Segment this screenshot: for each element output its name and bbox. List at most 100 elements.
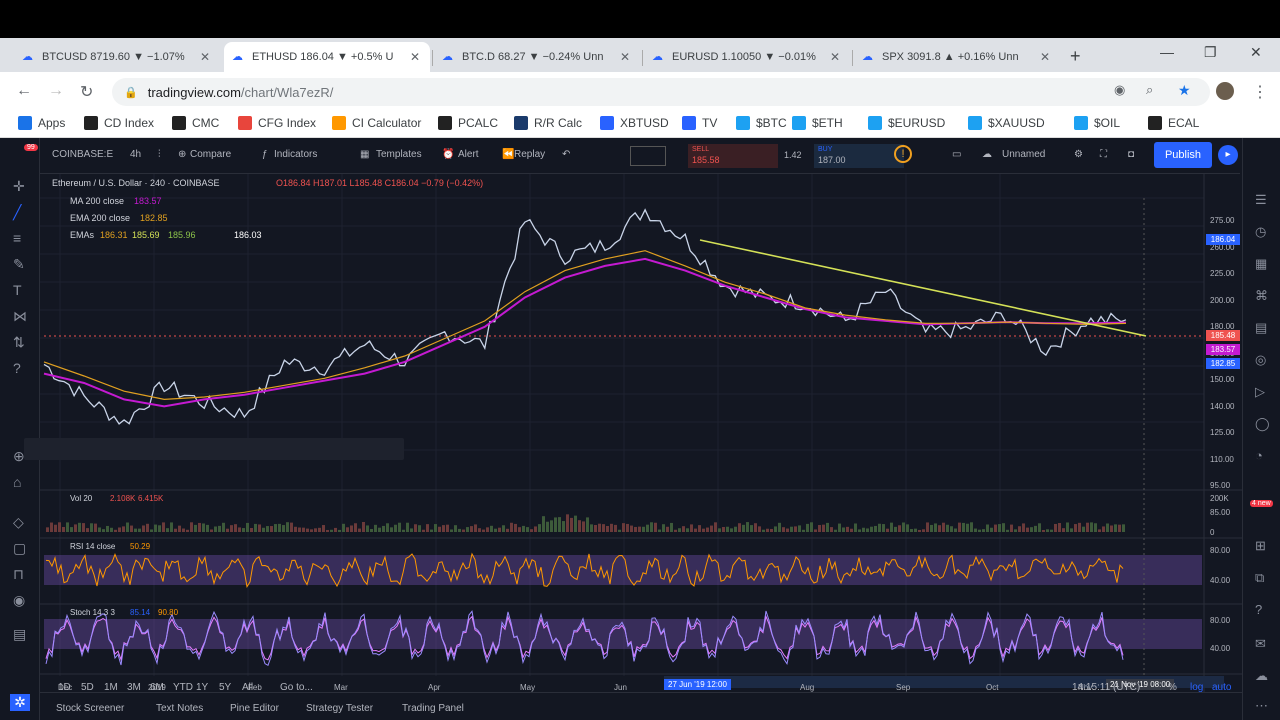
dom-icon[interactable]: ⧉ — [1255, 570, 1264, 586]
expand-icon[interactable]: ⋯ — [1255, 698, 1268, 714]
play-icon[interactable]: ▸ — [1218, 145, 1238, 165]
range-5d[interactable]: 5D — [81, 682, 94, 693]
range-1d[interactable]: 1D — [58, 682, 71, 693]
pattern-icon[interactable]: ⋈ — [13, 308, 27, 325]
reload-icon[interactable]: ↻ — [80, 82, 93, 102]
tab-4[interactable]: ☁ EURUSD 1.10050 ▼ −0.01% ✕ — [644, 42, 850, 72]
trendline-icon[interactable]: ╱ — [13, 204, 21, 221]
bookmark-14[interactable]: $OIL — [1074, 116, 1120, 130]
settings-icon[interactable]: ⚙ — [1074, 149, 1083, 160]
bookmark-3[interactable]: CMC — [172, 116, 219, 130]
range-5y[interactable]: 5Y — [219, 682, 231, 693]
bookmark-2[interactable]: CD Index — [84, 116, 154, 130]
fullscreen-icon[interactable]: ⛶ — [1100, 149, 1107, 160]
brush-icon[interactable]: ✎ — [13, 256, 25, 273]
search-icon[interactable]: ⌕ — [1146, 82, 1153, 98]
range-6m[interactable]: 6M — [150, 682, 164, 693]
replay-icon[interactable]: ⏪ — [502, 149, 514, 160]
tab-3[interactable]: ☁ BTC.D 68.27 ▼ −0.24% Unn ✕ — [434, 42, 640, 72]
location-icon[interactable]: ◉ — [1114, 82, 1125, 98]
range-1y[interactable]: 1Y — [196, 682, 208, 693]
cloud-icon[interactable]: ☁ — [982, 149, 992, 160]
goto-button[interactable]: Go to... — [280, 682, 313, 693]
interval-selector[interactable]: 4h — [130, 149, 141, 160]
drawing-properties-toolbar[interactable] — [24, 438, 404, 460]
minimize-icon[interactable]: — — [1160, 44, 1174, 60]
auto-toggle[interactable]: auto — [1212, 682, 1231, 693]
streams-icon[interactable]: ▷ — [1255, 384, 1265, 400]
star-icon[interactable]: ★ — [1178, 82, 1191, 99]
magnet-icon[interactable]: ◇ — [13, 514, 24, 531]
camera-icon[interactable]: ◘ — [1128, 149, 1134, 160]
alert-button[interactable]: Alert — [458, 149, 479, 160]
bookmark-8[interactable]: XBTUSD — [600, 116, 669, 130]
bookmark-6[interactable]: PCALC — [438, 116, 498, 130]
log-toggle[interactable]: log — [1190, 682, 1203, 693]
sell-button[interactable]: SELL 185.58 — [688, 144, 778, 168]
layout-icon[interactable] — [630, 146, 666, 166]
chats-icon[interactable]: ◯ — [1255, 416, 1270, 432]
layout-name[interactable]: Unnamed — [1002, 149, 1045, 160]
bottom-tab-5[interactable]: Trading Panel — [402, 703, 464, 714]
ma-label[interactable]: MA 200 close — [70, 196, 124, 206]
close-icon[interactable]: ✕ — [618, 50, 632, 64]
close-icon[interactable]: ✕ — [1038, 50, 1052, 64]
favorites-icon[interactable]: ✲ — [10, 694, 30, 711]
range-3m[interactable]: 3M — [127, 682, 141, 693]
notifications-icon[interactable]: ◔ — [1255, 448, 1263, 463]
bottom-tab-4[interactable]: Strategy Tester — [306, 703, 373, 714]
tab-2[interactable]: ☁ ETHUSD 186.04 ▼ +0.5% U ✕ — [224, 42, 430, 72]
menu-icon[interactable]: ⋮ — [1252, 82, 1268, 102]
bookmark-11[interactable]: $ETH — [792, 116, 843, 130]
info-icon[interactable]: ! — [894, 145, 912, 163]
close-icon[interactable]: ✕ — [408, 50, 422, 64]
undo-icon[interactable]: ↶ — [562, 149, 570, 160]
eye-icon[interactable]: ◉ — [13, 592, 25, 609]
address-bar[interactable]: 🔒 tradingview.com/chart/Wla7ezR/ — [112, 78, 1210, 106]
fullscreen-box-icon[interactable]: ▭ — [952, 149, 961, 160]
order-panel-icon[interactable]: ⊞ — [1255, 538, 1266, 554]
templates-icon[interactable]: ▦ — [360, 149, 369, 160]
symbol-search[interactable]: COINBASE:E — [52, 149, 113, 160]
alert-icon[interactable]: ⏰ — [442, 149, 454, 160]
hotlist-icon[interactable]: ⌘ — [1255, 288, 1268, 304]
bookmark-7[interactable]: R/R Calc — [514, 116, 582, 130]
bottom-tab-3[interactable]: Pine Editor — [230, 703, 279, 714]
avatar[interactable] — [1216, 82, 1234, 100]
bookmark-15[interactable]: ECAL — [1148, 116, 1199, 130]
bottom-tab-1[interactable]: Stock Screener — [56, 703, 124, 714]
range-1m[interactable]: 1M — [104, 682, 118, 693]
tab-1[interactable]: ☁ BTCUSD 8719.60 ▼ −1.07% ✕ — [14, 42, 220, 72]
emas-label[interactable]: EMAs — [70, 230, 94, 240]
bookmark-12[interactable]: $EURUSD — [868, 116, 945, 130]
bookmark-9[interactable]: TV — [682, 116, 717, 130]
new-tab-icon[interactable]: + — [1070, 46, 1081, 67]
compare-icon[interactable]: ⊕ — [178, 149, 186, 160]
compare-button[interactable]: Compare — [190, 149, 231, 160]
fib-icon[interactable]: ≡ — [13, 230, 21, 246]
bookmark-1[interactable]: Apps — [18, 116, 65, 130]
publish-button[interactable]: Publish — [1154, 142, 1212, 168]
tab-5[interactable]: ☁ SPX 3091.8 ▲ +0.16% Unn ✕ — [854, 42, 1060, 72]
indicators-button[interactable]: Indicators — [274, 149, 317, 160]
data-window-icon[interactable]: ▦ — [1255, 256, 1267, 272]
maximize-icon[interactable]: ❐ — [1204, 44, 1217, 61]
buy-button[interactable]: BUY 187.00 — [814, 144, 904, 168]
prediction-icon[interactable]: ⇅ — [13, 334, 25, 351]
bookmark-5[interactable]: CI Calculator — [332, 116, 421, 130]
replay-button[interactable]: Replay — [514, 149, 545, 160]
text-icon[interactable]: T — [13, 282, 22, 298]
zoom-icon[interactable]: ⊕ — [13, 448, 25, 465]
trash-icon[interactable]: ▤ — [13, 626, 26, 643]
crosshair-icon[interactable]: ✛ — [13, 178, 25, 195]
clock[interactable]: 14:15:11 (UTC) — [1072, 682, 1140, 693]
templates-button[interactable]: Templates — [376, 149, 422, 160]
close-icon[interactable]: ✕ — [828, 50, 842, 64]
lock-drawings-icon[interactable]: ▢ — [13, 540, 26, 557]
range-ytd[interactable]: YTD — [173, 682, 193, 693]
lock-icon[interactable]: ⊓ — [13, 566, 24, 583]
bookmark-13[interactable]: $XAUUSD — [968, 116, 1045, 130]
bar-style-icon[interactable]: ⫶ — [158, 149, 161, 160]
alerts-icon[interactable]: ◷ — [1255, 224, 1266, 240]
range-all[interactable]: All — [242, 682, 253, 693]
